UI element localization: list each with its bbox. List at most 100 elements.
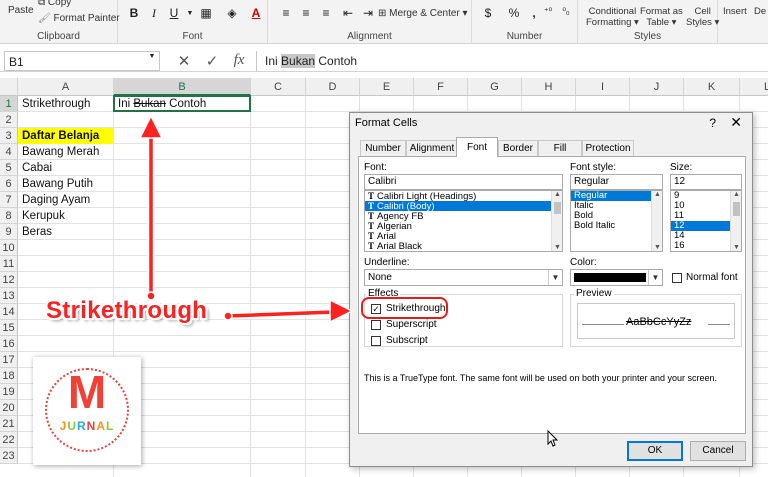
- enter-icon[interactable]: ✓: [202, 52, 222, 70]
- align-right-icon[interactable]: ≡: [316, 6, 336, 22]
- column-header-k[interactable]: K: [684, 78, 740, 96]
- font-list-item[interactable]: T Arial Black: [365, 241, 562, 251]
- align-center-icon[interactable]: ≡: [296, 6, 316, 22]
- scroll-up-icon[interactable]: ▲: [552, 191, 562, 198]
- font-list-scrollbar[interactable]: ▲ ▼: [551, 191, 562, 251]
- column-header-d[interactable]: D: [306, 78, 360, 96]
- font-style-input[interactable]: Regular: [570, 174, 663, 190]
- column-header-g[interactable]: G: [468, 78, 522, 96]
- font-list[interactable]: T Calibri Light (Headings) T Calibri (Body)…: [364, 190, 563, 252]
- font-style-item[interactable]: Bold Italic: [571, 221, 662, 231]
- insert-button[interactable]: Insert: [723, 6, 747, 17]
- scroll-down-icon[interactable]: ▼: [552, 244, 562, 251]
- cell-a8[interactable]: Kerupuk: [18, 208, 114, 224]
- column-header-b[interactable]: B: [114, 78, 251, 96]
- style-list-scrollbar[interactable]: ▲ ▼: [651, 191, 662, 251]
- column-header-j[interactable]: J: [630, 78, 684, 96]
- row-header-22[interactable]: 22: [0, 432, 18, 448]
- row-header-7[interactable]: 7: [0, 192, 18, 208]
- conditional-formatting-button[interactable]: Conditional Formatting ▾: [586, 6, 639, 28]
- row-header-6[interactable]: 6: [0, 176, 18, 192]
- align-left-icon[interactable]: ≡: [276, 6, 296, 22]
- font-input[interactable]: Calibri: [364, 174, 563, 190]
- tab-alignment[interactable]: Alignment: [406, 140, 458, 156]
- format-as-table-button[interactable]: Format as Table ▾: [640, 6, 683, 28]
- percent-button[interactable]: %: [504, 6, 524, 22]
- color-select[interactable]: ▼: [570, 269, 663, 286]
- fill-color-icon[interactable]: ◈: [222, 6, 242, 22]
- row-header-23[interactable]: 23: [0, 448, 18, 464]
- style-scroll-up-icon[interactable]: ▲: [652, 191, 662, 198]
- cancel-button[interactable]: Cancel: [690, 441, 746, 461]
- tab-protection[interactable]: Protection: [582, 140, 634, 156]
- increase-indent-icon[interactable]: ⇥: [358, 6, 378, 22]
- select-all-corner[interactable]: [0, 78, 18, 96]
- font-list-item[interactable]: T Arial: [365, 231, 562, 242]
- size-list-scrollbar[interactable]: ▲ ▼: [730, 191, 741, 251]
- cell-a6[interactable]: Bawang Putih: [18, 176, 114, 192]
- font-list-item[interactable]: T Algerian: [365, 221, 562, 232]
- size-scroll-thumb[interactable]: [733, 202, 740, 216]
- row-header-14[interactable]: 14: [0, 304, 18, 320]
- row-header-16[interactable]: 16: [0, 336, 18, 352]
- name-box[interactable]: B1: [4, 51, 160, 71]
- row-header-5[interactable]: 5: [0, 160, 18, 176]
- format-painter-button[interactable]: 🖌 Format Painter: [38, 13, 120, 24]
- row-header-13[interactable]: 13: [0, 288, 18, 304]
- underline-dropdown-icon[interactable]: ▼: [548, 270, 562, 285]
- formula-input[interactable]: Ini Bukan Contoh: [256, 51, 768, 71]
- cancel-icon[interactable]: ✕: [174, 52, 194, 70]
- row-header-12[interactable]: 12: [0, 272, 18, 288]
- cell-a4[interactable]: Bawang Merah: [18, 144, 114, 160]
- scroll-thumb[interactable]: [554, 202, 561, 214]
- decrease-decimal-icon[interactable]: ⁰₀: [556, 6, 576, 22]
- row-header-19[interactable]: 19: [0, 384, 18, 400]
- decrease-indent-icon[interactable]: ⇤: [338, 6, 358, 22]
- help-button[interactable]: ?: [709, 116, 716, 130]
- copy-button[interactable]: ⧉ Copy: [38, 0, 71, 8]
- paste-button[interactable]: Paste: [8, 5, 34, 16]
- column-header-f[interactable]: F: [414, 78, 468, 96]
- row-header-17[interactable]: 17: [0, 352, 18, 368]
- tab-number[interactable]: Number: [360, 140, 406, 156]
- column-header-h[interactable]: H: [522, 78, 576, 96]
- underline-select[interactable]: None ▼: [364, 269, 563, 286]
- size-scroll-down-icon[interactable]: ▼: [731, 244, 741, 251]
- font-list-item[interactable]: T Calibri Light (Headings): [365, 191, 562, 202]
- color-dropdown-icon[interactable]: ▼: [648, 270, 662, 285]
- normal-font-checkbox[interactable]: [672, 273, 682, 283]
- column-header-a[interactable]: A: [18, 78, 114, 96]
- row-header-3[interactable]: 3: [0, 128, 18, 144]
- accounting-format-button[interactable]: $: [478, 6, 498, 22]
- row-header-1[interactable]: 1: [0, 96, 18, 112]
- row-header-15[interactable]: 15: [0, 320, 18, 336]
- cell-a1[interactable]: Strikethrough: [18, 96, 114, 112]
- style-scroll-down-icon[interactable]: ▼: [652, 244, 662, 251]
- row-header-20[interactable]: 20: [0, 400, 18, 416]
- delete-button[interactable]: De: [754, 6, 766, 17]
- font-list-item[interactable]: T Agency FB: [365, 211, 562, 222]
- row-header-21[interactable]: 21: [0, 416, 18, 432]
- font-style-list[interactable]: Regular Italic Bold Bold Italic ▲ ▼: [570, 190, 663, 252]
- increase-decimal-icon[interactable]: ⁺⁰: [538, 6, 558, 22]
- row-header-8[interactable]: 8: [0, 208, 18, 224]
- row-header-18[interactable]: 18: [0, 368, 18, 384]
- name-box-dropdown-icon[interactable]: ▼: [142, 53, 162, 69]
- subscript-checkbox[interactable]: [371, 336, 381, 346]
- size-scroll-up-icon[interactable]: ▲: [731, 191, 741, 198]
- insert-function-icon[interactable]: fx: [229, 52, 249, 69]
- font-list-item[interactable]: T Calibri (Body): [365, 201, 562, 212]
- close-button[interactable]: ✕: [730, 114, 742, 131]
- bold-button[interactable]: B: [124, 6, 144, 22]
- row-header-2[interactable]: 2: [0, 112, 18, 128]
- tab-fill[interactable]: Fill: [538, 140, 582, 156]
- superscript-checkbox[interactable]: [371, 320, 381, 330]
- font-color-icon[interactable]: A: [246, 6, 266, 22]
- cell-a5[interactable]: Cabai: [18, 160, 114, 176]
- column-header-i[interactable]: I: [576, 78, 630, 96]
- row-header-11[interactable]: 11: [0, 256, 18, 272]
- cell-a9[interactable]: Beras: [18, 224, 114, 240]
- column-header-e[interactable]: E: [360, 78, 414, 96]
- italic-button[interactable]: I: [144, 6, 164, 22]
- size-list[interactable]: 9 10 11 12 14 16 ▲ ▼: [670, 190, 742, 252]
